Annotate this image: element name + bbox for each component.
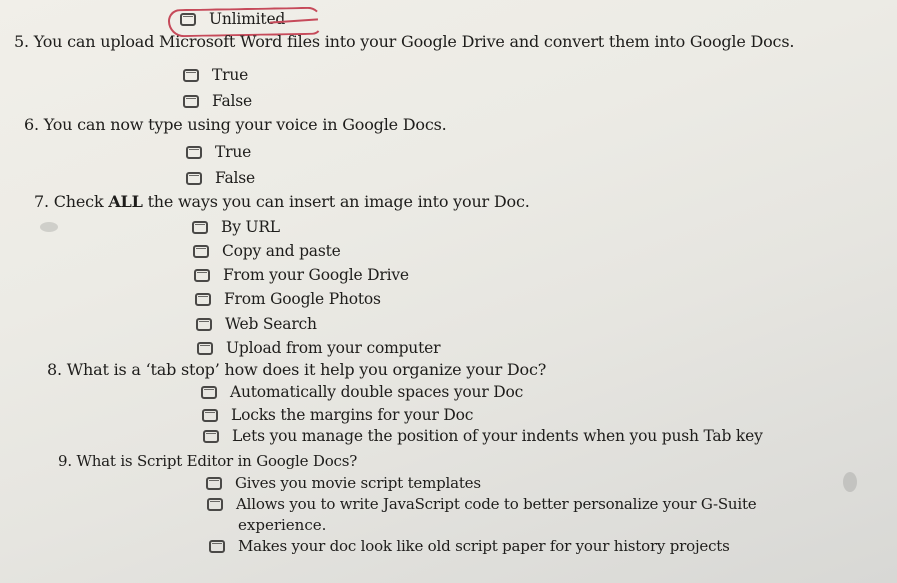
option-label: Upload from your computer	[226, 339, 441, 357]
q5-option-true[interactable]: True	[183, 66, 248, 84]
checkbox-icon[interactable]	[193, 244, 209, 258]
checkbox-icon[interactable]	[186, 171, 202, 185]
question-emphasis: ALL	[108, 192, 143, 211]
question-text-before: Check	[53, 192, 104, 211]
checkbox-icon[interactable]	[209, 539, 225, 553]
option-label: Locks the margins for your Doc	[231, 406, 474, 424]
checkbox-icon[interactable]	[183, 94, 199, 108]
question-number: 6.	[24, 115, 39, 134]
paper-smudge	[40, 222, 58, 232]
question-7: 7. Check ALL the ways you can insert an …	[34, 192, 530, 211]
q8-option-double-spaces[interactable]: Automatically double spaces your Doc	[201, 383, 523, 401]
q7-option-web-search[interactable]: Web Search	[196, 315, 317, 333]
checkbox-icon[interactable]	[206, 476, 222, 490]
checkbox-icon[interactable]	[202, 408, 218, 422]
checkbox-icon[interactable]	[186, 145, 202, 159]
option-label: From your Google Drive	[223, 266, 409, 284]
q6-option-true[interactable]: True	[186, 143, 251, 161]
option-label: Automatically double spaces your Doc	[230, 383, 524, 401]
question-text: You can now type using your voice in Goo…	[43, 115, 447, 134]
q7-option-google-photos[interactable]: From Google Photos	[195, 290, 381, 308]
q5-option-false[interactable]: False	[183, 92, 252, 110]
checkbox-icon[interactable]	[183, 68, 199, 82]
option-label: False	[212, 92, 253, 110]
q9-option-movie-templates[interactable]: Gives you movie script templates	[206, 474, 481, 492]
question-text-after: the ways you can insert an image into yo…	[147, 192, 530, 211]
q8-option-manage-indents[interactable]: Lets you manage the position of your ind…	[203, 427, 763, 445]
option-label: Web Search	[225, 315, 317, 333]
question-text: What is a ‘tab stop’ how does it help yo…	[66, 360, 547, 379]
worksheet-page: Unlimited 5. You can upload Microsoft Wo…	[0, 0, 897, 583]
checkbox-icon[interactable]	[194, 268, 210, 282]
option-label: From Google Photos	[224, 290, 381, 308]
checkbox-icon[interactable]	[196, 317, 212, 331]
question-5: 5. You can upload Microsoft Word files i…	[14, 32, 794, 51]
option-label: By URL	[221, 218, 280, 236]
question-text: What is Script Editor in Google Docs?	[76, 452, 358, 470]
question-9: 9. What is Script Editor in Google Docs?	[58, 452, 357, 470]
q9-option-javascript[interactable]: Allows you to write JavaScript code to b…	[207, 495, 757, 513]
q7-option-by-url[interactable]: By URL	[192, 218, 280, 236]
question-number: 5.	[14, 32, 29, 51]
checkbox-icon[interactable]	[201, 385, 217, 399]
checkbox-icon[interactable]	[203, 429, 219, 443]
option-label: Allows you to write JavaScript code to b…	[236, 495, 757, 513]
q7-option-copy-paste[interactable]: Copy and paste	[193, 242, 341, 260]
question-6: 6. You can now type using your voice in …	[24, 115, 447, 134]
option-label: Gives you movie script templates	[235, 474, 481, 492]
q7-option-upload-computer[interactable]: Upload from your computer	[197, 339, 441, 357]
option-label: Makes your doc look like old script pape…	[238, 537, 730, 555]
q7-option-google-drive[interactable]: From your Google Drive	[194, 266, 409, 284]
q8-option-locks-margins[interactable]: Locks the margins for your Doc	[202, 406, 473, 424]
paper-smudge	[843, 472, 857, 492]
question-number: 9.	[58, 452, 72, 470]
checkbox-icon[interactable]	[195, 292, 211, 306]
option-label: Lets you manage the position of your ind…	[232, 427, 763, 445]
checkbox-icon[interactable]	[207, 497, 223, 511]
option-continuation: experience.	[238, 516, 327, 534]
checkbox-icon[interactable]	[192, 220, 208, 234]
option-label: False	[215, 169, 256, 187]
question-text: You can upload Microsoft Word files into…	[33, 32, 795, 51]
question-8: 8. What is a ‘tab stop’ how does it help…	[47, 360, 546, 379]
option-label: True	[215, 143, 252, 161]
question-number: 7.	[34, 192, 49, 211]
option-label: True	[212, 66, 249, 84]
checkbox-icon[interactable]	[197, 341, 213, 355]
option-label: Copy and paste	[222, 242, 341, 260]
q9-option-old-script-paper[interactable]: Makes your doc look like old script pape…	[209, 537, 730, 555]
question-number: 8.	[47, 360, 62, 379]
q6-option-false[interactable]: False	[186, 169, 255, 187]
